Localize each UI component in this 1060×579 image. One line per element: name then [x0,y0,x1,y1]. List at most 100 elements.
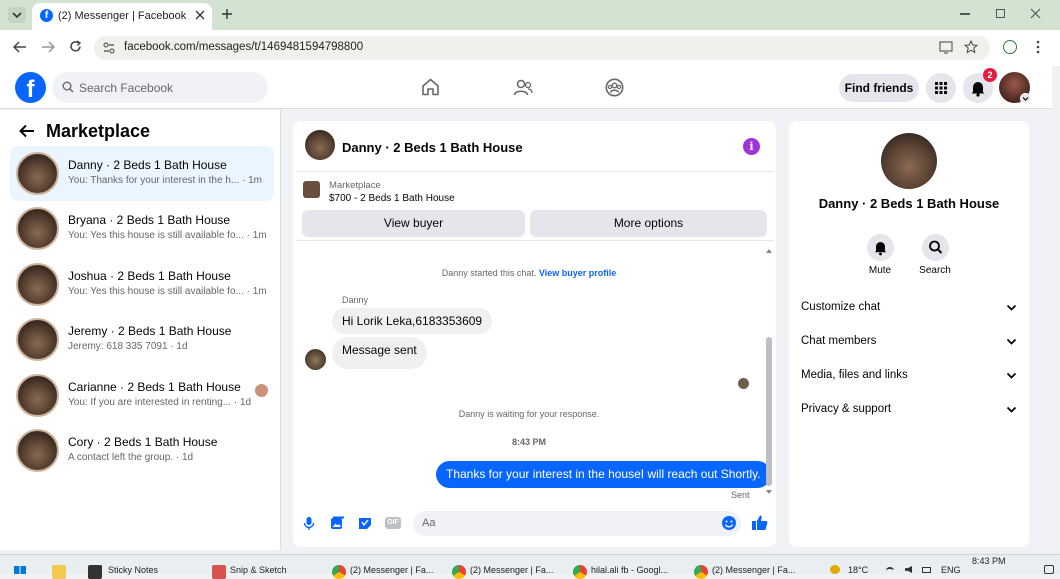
conversation-name: Cory · 2 Beds 1 Bath House [68,435,218,449]
avatar [16,207,59,250]
listing-title[interactable]: $700 - 2 Beds 1 Bath House [329,193,455,204]
scroll-down-icon[interactable] [765,489,773,495]
sticky-notes-icon[interactable] [88,565,102,579]
search-facebook-input[interactable]: Search Facebook [52,72,268,103]
groups-icon[interactable] [605,78,624,97]
chevron-down-icon[interactable] [1006,304,1017,312]
bookmark-star-icon[interactable] [964,40,978,54]
battery-icon[interactable] [922,567,931,573]
conversation-item[interactable]: Danny · 2 Beds 1 Bath House You: Thanks … [10,146,274,201]
conversation-item[interactable]: Bryana · 2 Beds 1 Bath House You: Yes th… [10,201,274,256]
mute-label: Mute [868,265,892,276]
incoming-message[interactable]: Message sent [332,337,427,369]
sticker-icon[interactable] [358,516,372,530]
snip-sketch-icon[interactable] [212,565,226,579]
url-text[interactable]: facebook.com/messages/t/1469481594798800 [124,41,363,53]
close-window-icon[interactable] [1030,8,1041,19]
restore-icon[interactable] [996,9,1005,18]
tab-search-button[interactable] [8,7,26,23]
scrollbar-thumb[interactable] [766,337,772,486]
chrome-icon[interactable] [332,565,346,579]
view-buyer-button[interactable]: View buyer [302,210,525,237]
incoming-message[interactable]: Hi Lorik Leka,6183353609 [332,308,493,334]
profile-icon[interactable] [1003,40,1017,54]
photo-icon[interactable] [330,516,344,530]
install-app-icon[interactable] [939,41,953,54]
browser-tab[interactable]: f (2) Messenger | Facebook [32,3,212,30]
details-avatar[interactable] [881,133,937,189]
chat-started-text: Danny started this chat. [441,268,537,278]
mute-button[interactable] [867,234,894,261]
menu-grid-button[interactable] [926,73,956,103]
customize-chat-option[interactable]: Customize chat [801,301,880,313]
windows-start-icon[interactable] [14,566,26,574]
friends-icon[interactable] [513,79,533,96]
chrome-icon[interactable] [573,565,587,579]
microphone-icon[interactable] [303,516,315,531]
emoji-icon[interactable] [721,515,737,531]
avatar [16,429,59,472]
page-scrollbar[interactable] [1052,66,1060,554]
browser-menu-icon[interactable] [1036,40,1040,54]
conversation-item[interactable]: Joshua · 2 Beds 1 Bath House You: Yes th… [10,257,274,312]
site-info-icon[interactable] [102,41,116,55]
forward-arrow-icon[interactable] [41,41,55,53]
find-friends-button[interactable]: Find friends [839,74,919,102]
scroll-up-icon[interactable] [765,248,773,254]
search-conversation-button[interactable] [922,234,949,261]
message-timestamp: 8:43 PM [511,437,546,447]
chrome-icon[interactable] [694,565,708,579]
message-input-placeholder: Aa [422,517,436,529]
conversation-item[interactable]: Cory · 2 Beds 1 Bath House A contact lef… [10,423,274,478]
chrome-icon[interactable] [452,565,466,579]
notification-center-icon[interactable] [1044,565,1054,574]
sidebar-title: Marketplace [46,121,151,141]
message-input[interactable]: Aa [413,511,741,536]
minimize-icon[interactable] [960,13,970,15]
chat-avatar[interactable] [305,130,335,160]
tab-close-icon[interactable] [194,9,206,21]
thumbs-up-icon[interactable] [751,514,768,531]
outgoing-message[interactable]: Thanks for your interest in the houseI w… [436,461,771,488]
read-receipt-avatar [738,378,749,389]
more-options-button[interactable]: More options [530,210,767,237]
sender-name: Danny [342,295,369,305]
gif-icon[interactable]: GIF [385,517,401,529]
sent-status: Sent [731,490,750,500]
back-arrow-icon[interactable] [13,41,27,53]
seen-avatar [255,384,268,397]
new-tab-icon[interactable] [221,8,233,20]
listing-label: Marketplace [329,180,381,191]
chevron-down-icon[interactable] [1006,406,1017,414]
chevron-down-icon[interactable] [1006,372,1017,380]
facebook-favicon-icon: f [40,9,53,22]
home-icon[interactable] [421,78,440,96]
account-chevron-icon[interactable] [1020,93,1031,104]
waiting-notice: Danny is waiting for your response. [458,409,600,419]
privacy-support-option[interactable]: Privacy & support [801,403,891,415]
conversation-preview: Jeremy: 618 335 7091 · 1d [68,341,188,352]
search-icon [62,81,74,93]
info-icon[interactable]: i [743,138,760,155]
avatar [16,263,59,306]
facebook-logo-icon[interactable]: f [15,72,46,103]
weather-icon[interactable] [830,565,840,574]
media-files-links-option[interactable]: Media, files and links [801,369,908,381]
conversation-item[interactable]: Carianne · 2 Beds 1 Bath House You: If y… [10,368,274,423]
reload-icon[interactable] [69,40,82,53]
chat-members-option[interactable]: Chat members [801,335,876,347]
view-buyer-profile-link[interactable]: View buyer profile [539,268,616,278]
chat-title[interactable]: Danny · 2 Beds 1 Bath House [342,140,523,155]
avatar [16,374,59,417]
file-explorer-icon[interactable] [52,565,66,579]
sender-avatar [305,349,326,370]
chevron-down-icon[interactable] [1006,338,1017,346]
conversation-item[interactable]: Jeremy · 2 Beds 1 Bath House Jeremy: 618… [10,312,274,367]
back-arrow-icon[interactable] [19,124,35,138]
conversation-name: Carianne · 2 Beds 1 Bath House [68,380,241,394]
conversation-preview: You: Yes this house is still available f… [68,230,267,241]
clock-time[interactable]: 8:43 PM [972,556,1006,566]
search-icon [929,240,943,254]
conversation-preview: You: If you are interested in renting...… [68,397,252,408]
network-icon[interactable] [886,567,894,574]
